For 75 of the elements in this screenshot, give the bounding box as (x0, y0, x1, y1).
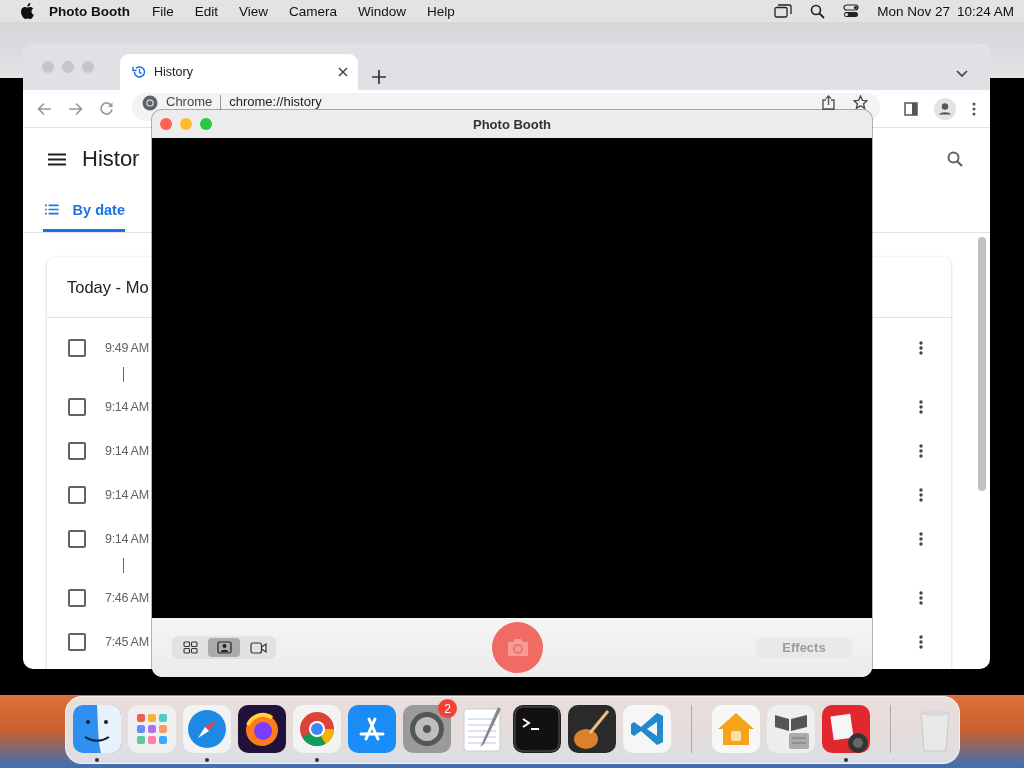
apple-icon[interactable] (20, 3, 34, 19)
control-center-icon[interactable] (843, 4, 860, 18)
app-store-icon[interactable] (348, 705, 396, 753)
new-tab-icon[interactable] (372, 70, 386, 84)
view-mode-control[interactable] (172, 636, 276, 659)
menu-icon[interactable] (48, 152, 66, 166)
checkbox[interactable] (68, 589, 86, 607)
app-menu[interactable]: Photo Booth (49, 3, 130, 19)
more-icon[interactable] (919, 400, 923, 414)
menu-item[interactable]: Help (427, 3, 455, 19)
menu-item[interactable]: Edit (194, 3, 218, 19)
fox-globe-icon[interactable] (238, 705, 286, 753)
forward-icon[interactable] (68, 101, 83, 116)
terminal-icon[interactable] (513, 705, 561, 753)
more-icon[interactable] (919, 488, 923, 502)
browser-tab[interactable]: History (120, 54, 358, 90)
section-heading: Today - Mo (67, 277, 149, 297)
checkbox[interactable] (68, 633, 86, 651)
share-icon[interactable] (822, 95, 835, 110)
visit-time: 9:14 AM (105, 488, 149, 502)
history-icon (132, 65, 146, 79)
back-icon[interactable] (37, 101, 52, 116)
chrome-icon[interactable] (293, 705, 341, 753)
more-icon[interactable] (972, 101, 976, 116)
guitar-icon[interactable] (568, 705, 616, 753)
visit-time: 9:14 AM (105, 532, 149, 546)
checkbox[interactable] (68, 398, 86, 416)
checkbox[interactable] (68, 339, 86, 357)
code-editor-icon[interactable] (623, 705, 671, 753)
more-icon[interactable] (919, 444, 923, 458)
search-icon[interactable] (947, 151, 963, 167)
camera-icon (505, 638, 530, 657)
notification-badge: 2 (438, 699, 457, 718)
checkbox[interactable] (68, 530, 86, 548)
chrome-icon (142, 95, 158, 111)
menu-item[interactable]: View (239, 3, 269, 19)
menu-bar-date: Mon Nov 27 (877, 3, 950, 19)
menu-item[interactable]: Camera (289, 3, 338, 19)
compass-icon[interactable] (183, 705, 231, 753)
gear-icon[interactable] (403, 705, 451, 753)
more-icon[interactable] (919, 532, 923, 546)
photo-camera-icon[interactable] (822, 705, 870, 753)
profile-icon[interactable] (934, 97, 956, 120)
timeline-line (123, 558, 124, 573)
nav-tab[interactable]: By date (43, 190, 125, 232)
close-icon[interactable] (338, 67, 348, 77)
window-controls[interactable] (160, 118, 212, 130)
star-icon[interactable] (853, 95, 868, 110)
list-icon (45, 204, 59, 215)
more-icon[interactable] (919, 591, 923, 605)
menu-bar-clock: 10:24 AM (956, 3, 1014, 19)
scrollbar[interactable] (978, 237, 986, 491)
visit-time: 9:14 AM (105, 444, 149, 458)
visit-time: 7:46 AM (105, 591, 149, 605)
photo-view-icon[interactable] (208, 638, 240, 657)
more-icon[interactable] (919, 635, 923, 649)
side-panel-icon[interactable] (904, 101, 918, 116)
app-grid-icon[interactable] (128, 705, 176, 753)
menu-item[interactable]: Window (358, 3, 407, 19)
menu-item[interactable]: File (152, 3, 174, 19)
page-title: Histor (82, 146, 140, 172)
disk-drive-icon[interactable] (767, 705, 815, 753)
windows-icon[interactable] (774, 4, 793, 18)
more-icon[interactable] (919, 341, 923, 355)
visit-time: 7:45 AM (105, 635, 149, 649)
chevron-down-icon[interactable] (956, 70, 968, 78)
visit-time: 9:49 AM (105, 341, 149, 355)
visit-time: 9:14 AM (105, 400, 149, 414)
finder-icon[interactable] (73, 705, 121, 753)
reload-icon[interactable] (99, 101, 114, 116)
checkbox[interactable] (68, 442, 86, 460)
shutter-button[interactable] (492, 622, 543, 673)
timeline-line (123, 367, 124, 382)
search-icon[interactable] (810, 3, 826, 19)
checkbox[interactable] (68, 486, 86, 504)
